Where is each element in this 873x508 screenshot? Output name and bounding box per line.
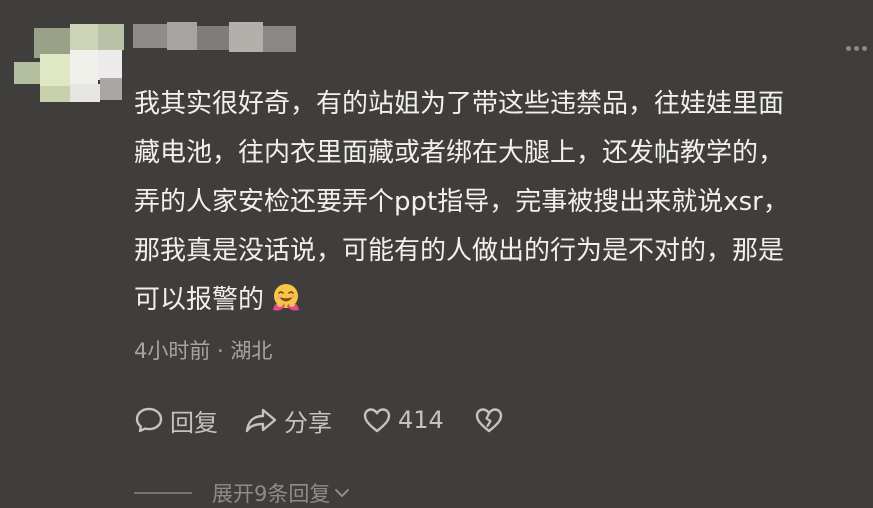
like-button[interactable]: 414 bbox=[362, 406, 444, 434]
action-bar: 回复 分享 414 bbox=[134, 402, 504, 438]
like-count: 414 bbox=[398, 406, 444, 434]
username[interactable] bbox=[133, 22, 296, 54]
broken-heart-icon bbox=[474, 406, 504, 434]
more-dots-icon[interactable] bbox=[846, 46, 867, 51]
divider bbox=[134, 492, 192, 494]
comment-line: 我其实很好奇，有的站姐为了带这些违禁品，往娃娃里面 bbox=[134, 89, 785, 119]
hugging-face-icon bbox=[270, 282, 302, 314]
heart-outline-icon bbox=[362, 406, 392, 434]
comment-bubble-icon bbox=[134, 405, 164, 435]
expand-replies-button[interactable]: 展开9条回复 bbox=[134, 478, 351, 508]
comment-line: 藏电池，往内衣里面藏或者绑在大腿上，还发帖教学的， bbox=[134, 138, 785, 168]
comment-text: 我其实很好奇，有的站姐为了带这些违禁品，往娃娃里面 藏电池，往内衣里面藏或者绑在… bbox=[134, 80, 873, 325]
reply-button[interactable]: 回复 bbox=[134, 403, 218, 438]
avatar[interactable] bbox=[12, 18, 132, 104]
reply-label: 回复 bbox=[170, 408, 218, 437]
comment-line: 可以报警的 bbox=[134, 285, 265, 315]
share-label: 分享 bbox=[284, 408, 332, 437]
comment-line: 弄的人家安检还要弄个ppt指导，完事被搜出来就说xsr， bbox=[134, 187, 789, 217]
comment-meta: 4小时前 · 湖北 bbox=[134, 339, 273, 363]
expand-replies-label: 展开9条回复 bbox=[212, 482, 331, 506]
dislike-button[interactable] bbox=[474, 406, 504, 434]
share-arrow-icon bbox=[244, 405, 278, 435]
chevron-down-icon bbox=[333, 481, 351, 505]
comment-line: 那我真是没话说，可能有的人做出的行为是不对的，那是 bbox=[134, 236, 785, 266]
comment-last-line: 可以报警的 bbox=[134, 276, 873, 325]
share-button[interactable]: 分享 bbox=[244, 403, 332, 438]
